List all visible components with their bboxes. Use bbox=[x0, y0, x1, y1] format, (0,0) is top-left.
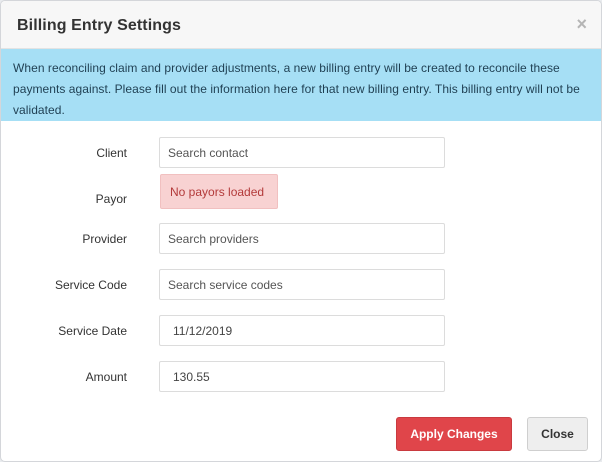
client-label: Client bbox=[96, 146, 127, 160]
provider-search-input[interactable] bbox=[159, 223, 445, 254]
payor-label: Payor bbox=[95, 192, 127, 206]
modal-title: Billing Entry Settings bbox=[17, 17, 181, 34]
service-code-label: Service Code bbox=[54, 278, 127, 292]
service-date-input[interactable] bbox=[159, 315, 445, 346]
info-alert: When reconciling claim and provider adju… bbox=[1, 49, 601, 121]
amount-input[interactable] bbox=[159, 361, 445, 392]
billing-entry-settings-modal: Billing Entry Settings × When reconcilin… bbox=[0, 0, 602, 462]
modal-header: Billing Entry Settings × bbox=[1, 1, 601, 49]
payor-status-alert: No payors loaded bbox=[160, 174, 278, 209]
client-search-input[interactable] bbox=[159, 137, 445, 168]
close-icon[interactable]: × bbox=[576, 15, 587, 33]
service-code-search-input[interactable] bbox=[159, 269, 445, 300]
amount-label: Amount bbox=[85, 370, 127, 384]
provider-label: Provider bbox=[82, 232, 127, 246]
apply-changes-button[interactable]: Apply Changes bbox=[396, 417, 512, 451]
service-date-label: Service Date bbox=[58, 324, 127, 338]
close-button[interactable]: Close bbox=[527, 417, 588, 451]
